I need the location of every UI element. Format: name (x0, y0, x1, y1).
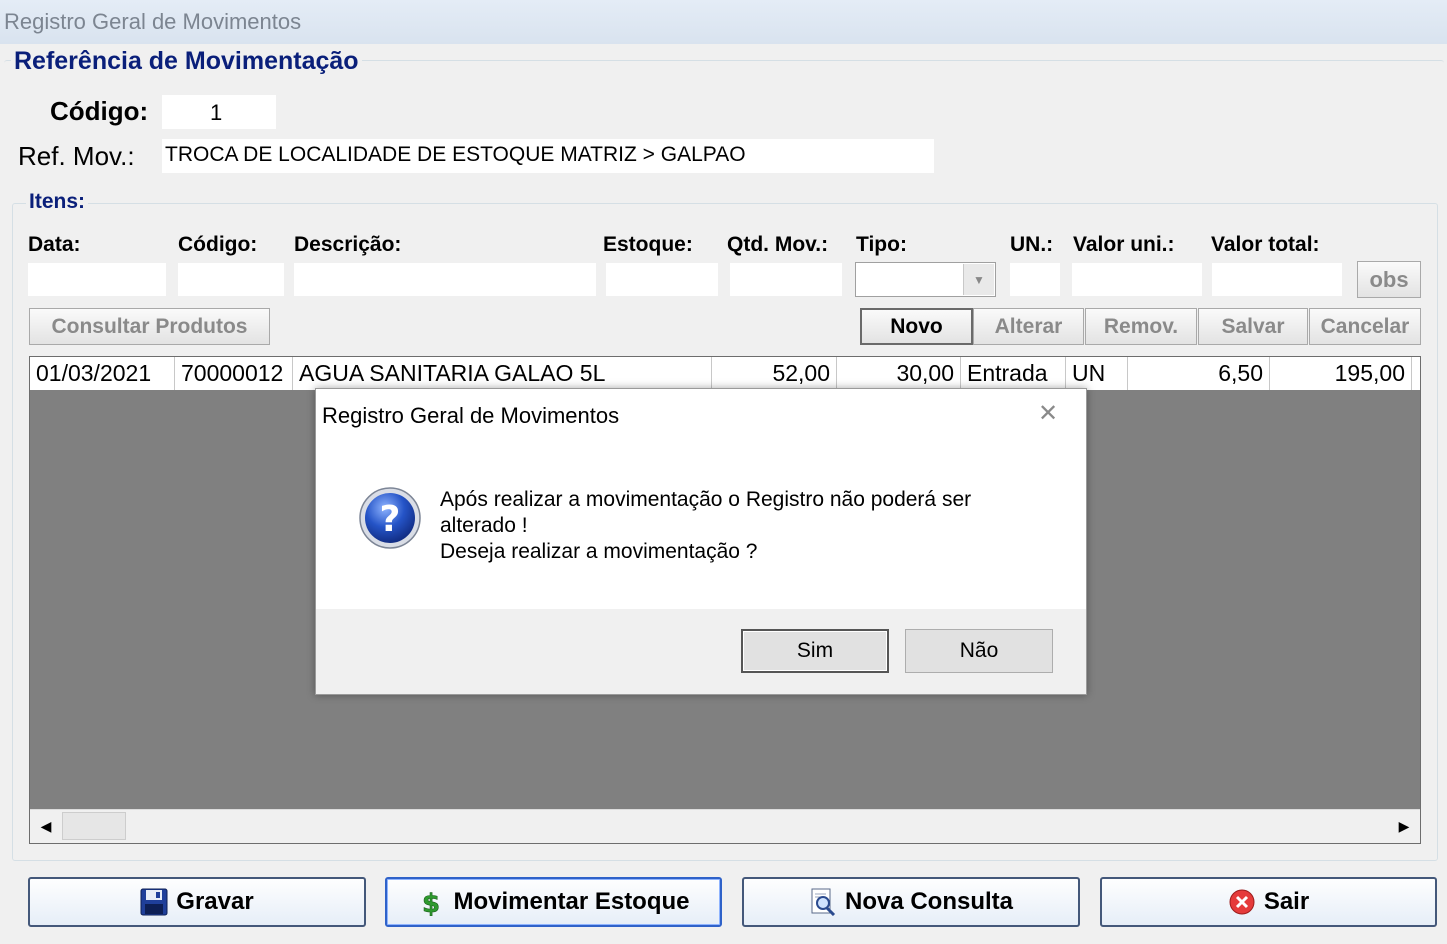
movimentar-estoque-button[interactable]: $ Movimentar Estoque (385, 877, 722, 927)
cell-un[interactable]: UN (1066, 357, 1128, 390)
dialog-footer: Sim Não (316, 609, 1086, 694)
itens-legend: Itens: (26, 190, 89, 214)
estoque-field[interactable] (606, 263, 718, 296)
cell-codigo[interactable]: 70000012 (175, 357, 293, 390)
window-title: Registro Geral de Movimentos (4, 9, 302, 34)
confirm-dialog: Registro Geral de Movimentos ✕ ? Após re… (315, 388, 1087, 695)
novo-button[interactable]: Novo (860, 308, 973, 345)
data-field[interactable] (28, 263, 166, 296)
descricao-field[interactable] (294, 263, 596, 296)
dialog-title: Registro Geral de Movimentos (322, 403, 620, 428)
valor-uni-field[interactable] (1072, 263, 1202, 296)
codigo-label: Código: (50, 96, 149, 126)
yes-button[interactable]: Sim (741, 629, 889, 673)
svg-text:?: ? (380, 499, 401, 540)
no-button[interactable]: Não (905, 629, 1053, 673)
codigo-value: 1 (210, 100, 223, 125)
salvar-button[interactable]: Salvar (1198, 308, 1308, 345)
cell-qtd[interactable]: 30,00 (837, 357, 961, 390)
cell-valor-total[interactable]: 195,00 (1270, 357, 1412, 390)
refmov-value: TROCA DE LOCALIDADE DE ESTOQUE MATRIZ > … (165, 143, 746, 166)
cancelar-button[interactable]: Cancelar (1309, 308, 1421, 345)
nova-consulta-label: Nova Consulta (844, 888, 1014, 915)
scroll-right-icon[interactable]: ▶ (1389, 811, 1419, 841)
sair-label: Sair (1263, 888, 1310, 915)
question-icon: ? (358, 486, 422, 550)
gravar-label: Gravar (176, 888, 254, 915)
un-label: UN.: (1010, 233, 1054, 256)
tipo-label: Tipo: (856, 233, 907, 256)
cell-descricao[interactable]: AGUA SANITARIA GALAO 5L (293, 357, 712, 390)
floppy-disk-icon (140, 888, 168, 916)
dialog-message-line: Deseja realizar a movimentação ? (440, 540, 758, 563)
money-icon: $ (417, 888, 445, 916)
descricao-label: Descrição: (294, 233, 402, 256)
codigo-item-label: Código: (178, 233, 258, 256)
data-label: Data: (28, 233, 81, 256)
cell-valor-uni[interactable]: 6,50 (1128, 357, 1270, 390)
sair-button[interactable]: Sair (1100, 877, 1437, 927)
table-row[interactable]: 01/03/2021 70000012 AGUA SANITARIA GALAO… (30, 357, 1420, 390)
un-field[interactable] (1010, 263, 1060, 296)
search-document-icon (809, 888, 837, 916)
dialog-message-line: Após realizar a movimentação o Registro … (440, 488, 972, 511)
valor-total-field[interactable] (1212, 263, 1342, 296)
obs-button[interactable]: obs (1357, 261, 1421, 298)
qtd-field[interactable] (730, 263, 842, 296)
valor-uni-label: Valor uni.: (1073, 233, 1175, 256)
estoque-label: Estoque: (603, 233, 693, 256)
valor-total-label: Valor total: (1211, 233, 1320, 256)
consultar-produtos-button[interactable]: Consultar Produtos (29, 308, 270, 345)
refmov-label: Ref. Mov.: (18, 141, 135, 171)
horizontal-scrollbar[interactable]: ◀ ▶ (30, 809, 1420, 843)
chevron-down-icon[interactable]: ▼ (963, 264, 994, 295)
cell-data[interactable]: 01/03/2021 (30, 357, 175, 390)
referencia-legend: Referência de Movimentação (11, 47, 362, 76)
codigo-item-field[interactable] (178, 263, 284, 296)
window-titlebar: Registro Geral de Movimentos (0, 0, 1447, 44)
qtd-label: Qtd. Mov.: (727, 233, 829, 256)
codigo-field[interactable]: 1 (162, 95, 276, 129)
cell-estoque[interactable]: 52,00 (712, 357, 837, 390)
alterar-button[interactable]: Alterar (973, 308, 1084, 345)
remover-button[interactable]: Remov. (1085, 308, 1197, 345)
refmov-field[interactable]: TROCA DE LOCALIDADE DE ESTOQUE MATRIZ > … (162, 139, 934, 173)
nova-consulta-button[interactable]: Nova Consulta (742, 877, 1080, 927)
svg-text:$: $ (422, 889, 440, 916)
gravar-button[interactable]: Gravar (28, 877, 366, 927)
close-icon[interactable]: ✕ (1038, 399, 1058, 428)
exit-icon (1228, 888, 1256, 916)
scrollbar-thumb[interactable] (62, 812, 126, 840)
scroll-left-icon[interactable]: ◀ (31, 811, 61, 841)
movimentar-label: Movimentar Estoque (453, 888, 690, 915)
dialog-message-line: alterado ! (440, 514, 528, 537)
tipo-select[interactable]: ▼ (855, 262, 996, 297)
dialog-message: Após realizar a movimentação o Registro … (440, 487, 1060, 565)
cell-tipo[interactable]: Entrada (961, 357, 1066, 390)
